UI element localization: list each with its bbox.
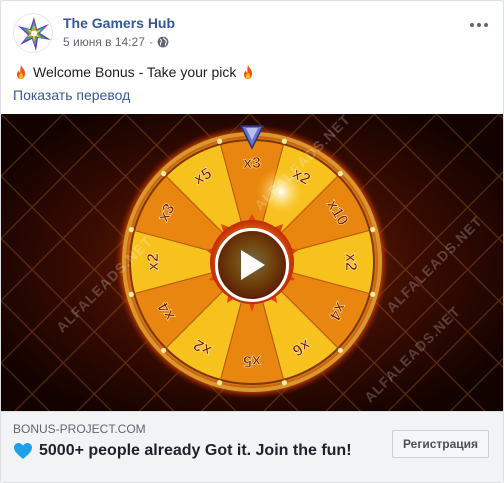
- play-icon: [241, 250, 265, 280]
- post-timestamp[interactable]: 5 июня в 14:27: [63, 35, 145, 49]
- wheel-segment-label: x2: [145, 253, 162, 271]
- globe-icon[interactable]: [157, 36, 169, 48]
- wheel-rim-dot: [128, 291, 134, 297]
- register-button[interactable]: Регистрация: [392, 430, 489, 458]
- play-button[interactable]: [215, 228, 289, 302]
- video-media[interactable]: x2 x10 x2 x4 x6 x5 x2 x4 x2 x3 x5 x3 ALFALEADS.NET …: [1, 114, 503, 411]
- wheel-rim-dot: [370, 291, 376, 297]
- star-logo-icon: [18, 17, 51, 51]
- post-card: The Gamers Hub 5 июня в 14:27 · Welcome …: [0, 0, 504, 483]
- link-preview[interactable]: BONUS-PROJECT.COM 5000+ people already G…: [1, 411, 503, 482]
- wheel-segment-label: x3: [243, 155, 261, 172]
- wheel-segment-label: x5: [243, 352, 261, 369]
- wheel-rim-dot: [281, 138, 287, 144]
- see-translation-link[interactable]: Показать перевод: [13, 87, 130, 103]
- wheel-rim-dot: [161, 171, 167, 177]
- post-header: The Gamers Hub 5 июня в 14:27 ·: [13, 13, 491, 55]
- post-meta: 5 июня в 14:27 ·: [63, 35, 169, 49]
- wheel-rim-dot: [370, 227, 376, 233]
- page-avatar[interactable]: [13, 13, 53, 53]
- wheel-rim-dot: [337, 171, 343, 177]
- wheel-segment-label: x2: [342, 253, 359, 271]
- wheel-rim-dot: [337, 347, 343, 353]
- wheel-rim-dot: [217, 380, 223, 386]
- wheel-rim-dot: [217, 138, 223, 144]
- link-domain: BONUS-PROJECT.COM: [13, 422, 146, 436]
- link-headline[interactable]: 5000+ people already Got it. Join the fu…: [39, 442, 352, 460]
- more-options-icon[interactable]: [467, 15, 491, 35]
- page-name-link[interactable]: The Gamers Hub: [63, 15, 175, 31]
- post-text: Welcome Bonus - Take your pick: [33, 64, 237, 80]
- wheel-rim-dot: [281, 380, 287, 386]
- link-headline-row: 5000+ people already Got it. Join the fu…: [13, 442, 352, 460]
- blue-heart-icon: [14, 443, 32, 459]
- post-message: Welcome Bonus - Take your pick: [13, 63, 491, 81]
- fire-icon: [17, 65, 25, 79]
- fire-icon: [244, 65, 253, 79]
- meta-separator: ·: [148, 35, 153, 49]
- wheel-rim-dot: [161, 347, 167, 353]
- wheel-rim-dot: [128, 227, 134, 233]
